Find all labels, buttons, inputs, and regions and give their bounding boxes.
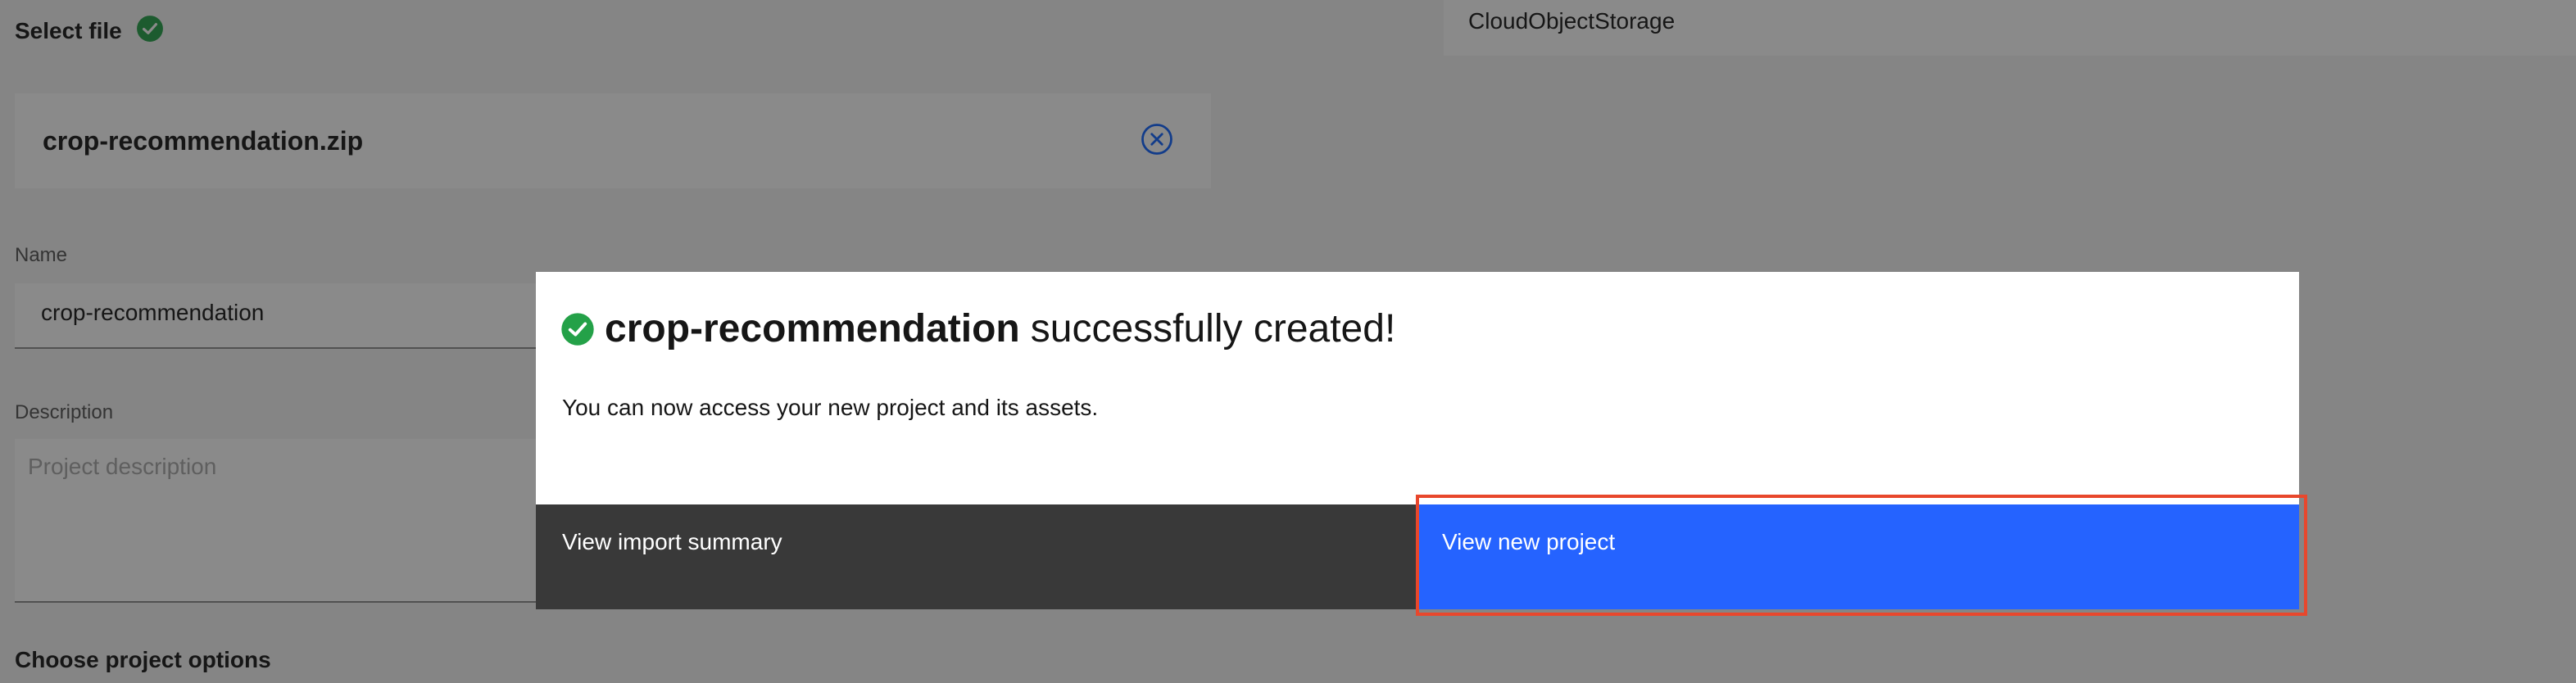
modal-body-text: You can now access your new project and … xyxy=(562,395,1099,420)
modal-project-name: crop-recommendation xyxy=(605,307,1020,351)
modal-footer: View import summary View new project xyxy=(536,504,2299,609)
modal-title: crop-recommendation successfully created… xyxy=(560,306,1395,351)
checkmark-filled-icon xyxy=(561,312,594,346)
view-new-project-button[interactable]: View new project xyxy=(1416,504,2299,609)
view-import-summary-button[interactable]: View import summary xyxy=(536,504,1416,609)
modal-title-suffix: successfully created! xyxy=(1030,307,1396,351)
success-modal: crop-recommendation successfully created… xyxy=(536,272,2299,609)
